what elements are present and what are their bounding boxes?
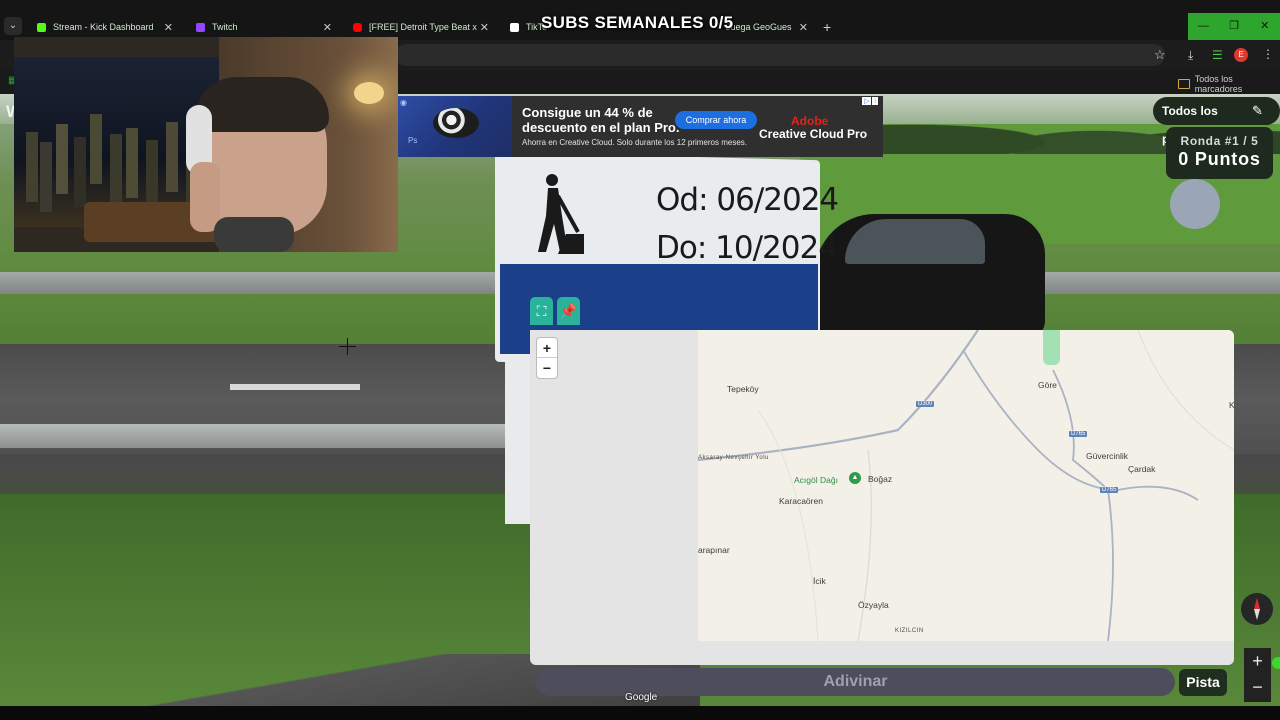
bottom-bar: [0, 706, 1280, 720]
omnibox[interactable]: [395, 44, 1165, 66]
close-window-button[interactable]: ✕: [1249, 13, 1280, 40]
map-zoom-out-button[interactable]: −: [537, 358, 557, 378]
ad-subtext: Ahorra en Creative Cloud. Solo durante l…: [522, 138, 747, 147]
map-roads: [698, 330, 1234, 641]
mountain-poi-icon[interactable]: ▲: [849, 472, 861, 484]
menu-kebab-icon[interactable]: ⋮: [1262, 47, 1274, 61]
streamer-hand: [190, 162, 220, 232]
folder-icon: [1178, 79, 1190, 89]
map-label-karacaoren: Karacaören: [779, 496, 823, 506]
photoshop-badge: Ps: [408, 136, 418, 145]
map-zoom-in-button[interactable]: +: [537, 338, 557, 358]
map-label-edge: K: [1229, 400, 1234, 410]
map-label-cardak: Çardak: [1128, 464, 1156, 474]
status-dot: [1272, 657, 1280, 669]
cursor-crosshair-vertical: [347, 338, 348, 355]
map-label-bogaz: Boğaz: [868, 474, 893, 484]
map-zoom-control: + −: [537, 338, 557, 378]
map-label-ozyayla: Özyayla: [858, 600, 889, 610]
window-controls: — ❐ ✕: [1188, 13, 1280, 40]
microphone: [214, 217, 294, 252]
adobe-logo-text: Adobe: [791, 114, 829, 128]
close-icon[interactable]: ✕: [323, 21, 332, 34]
city-skyline: [26, 132, 38, 202]
ad-headline: Consigue un 44 % de descuento en el plan…: [522, 105, 680, 135]
profile-avatar[interactable]: E: [1234, 48, 1248, 62]
ad-shield-icon: ◉: [400, 98, 407, 107]
map-toolbar: ⛶ 📌: [530, 297, 580, 325]
car-window: [845, 219, 985, 264]
pencil-icon[interactable]: ✎: [1252, 103, 1263, 119]
ad-close-icon[interactable]: ⁝: [872, 97, 879, 105]
sign-end-date: Do: 10/2024: [656, 230, 838, 266]
map-label-icik: İcik: [813, 576, 826, 586]
map-label-tepekoy: Tepeköy: [727, 384, 759, 394]
lane-marking: [230, 384, 360, 390]
streetview-zoom-in-button[interactable]: +: [1244, 648, 1271, 675]
sign-post: [505, 354, 530, 524]
ad-buy-now-button[interactable]: Comprar ahora: [675, 111, 757, 129]
bookmark-star-icon[interactable]: ☆: [1154, 47, 1166, 63]
guess-map[interactable]: Tepeköy Göre Güvercinlik Çardak Acıgöl D…: [530, 330, 1234, 665]
youtube-icon: [353, 22, 362, 32]
tab-label: [FREE] Detroit Type Beat x YN Ja: [369, 22, 479, 32]
ad-banner[interactable]: ◉ Ps Consigue un 44 % de descuento en el…: [398, 96, 883, 157]
tab-label: Juega GeoGues: [726, 22, 792, 32]
close-icon[interactable]: ✕: [164, 21, 173, 34]
map-label-arapinar: arapınar: [698, 545, 730, 555]
road-shield-d300: D300: [916, 401, 935, 407]
road-shield-d765-south: D765: [1100, 487, 1119, 493]
streamer-hair: [195, 77, 329, 132]
all-bookmarks-button[interactable]: Todos los marcadores: [1178, 74, 1280, 94]
pin-map-icon[interactable]: 📌: [557, 297, 580, 325]
google-watermark: Google: [625, 692, 658, 703]
map-tiles[interactable]: Tepeköy Göre Güvercinlik Çardak Acıgöl D…: [698, 330, 1234, 641]
tab-geoguessr[interactable]: Juega GeoGues ✕: [726, 14, 816, 40]
park-area: [1043, 330, 1060, 365]
creative-cloud-logo-text: Creative Cloud Pro: [759, 127, 868, 141]
hint-button[interactable]: Pista: [1179, 669, 1227, 696]
lamp-light: [354, 82, 384, 104]
tab-search-chevron-icon[interactable]: ⌄: [4, 17, 22, 35]
road-work-icon: [538, 174, 584, 254]
close-icon[interactable]: ✕: [480, 21, 489, 34]
near-guardrail: [0, 424, 530, 448]
round-counter: Ronda #1 / 5: [1180, 134, 1259, 148]
ad-image: ◉ Ps: [398, 96, 512, 157]
close-icon[interactable]: ✕: [799, 21, 808, 34]
map-label-guvercinlik: Güvercinlik: [1086, 451, 1129, 461]
tab-label: Stream - Kick Dashboard: [53, 22, 154, 32]
extension-icon[interactable]: ☰: [1212, 48, 1223, 62]
points-counter: 0 Puntos: [1178, 149, 1261, 169]
adchoices-icon[interactable]: ▷: [862, 97, 872, 105]
frog-image: [433, 108, 479, 138]
download-icon[interactable]: ⤓: [1188, 48, 1193, 63]
weekly-subs-counter: SUBS SEMANALES 0/5: [541, 13, 734, 32]
map-label-road-name: Aksaray-Nevşehir Yolu: [698, 455, 769, 461]
kick-icon: [37, 22, 46, 32]
map-label-acigol-dagi: Acıgöl Dağı: [794, 475, 838, 485]
score-panel: Ronda #1 / 5 0 Puntos: [1166, 127, 1273, 179]
tab-label: Twitch: [212, 22, 238, 32]
minimize-button[interactable]: —: [1188, 13, 1219, 40]
all-bookmarks-label: Todos los marcadores: [1194, 74, 1243, 94]
sign-start-date: Od: 06/2024: [656, 182, 839, 218]
restore-button[interactable]: ❐: [1219, 13, 1250, 40]
map-label-gore: Göre: [1038, 380, 1057, 390]
streetview-zoom-out-button[interactable]: −: [1244, 675, 1271, 702]
new-tab-button[interactable]: +: [823, 19, 831, 35]
expand-map-icon[interactable]: ⛶: [530, 297, 553, 325]
tiktok-icon: [510, 22, 519, 32]
road-shield-d765: D765: [1069, 431, 1088, 437]
twitch-icon: [196, 22, 205, 32]
map-label-kizilcin: KIZILCIN: [895, 628, 924, 634]
road-sign-back: [1170, 179, 1220, 229]
streamer-webcam: [14, 37, 398, 252]
